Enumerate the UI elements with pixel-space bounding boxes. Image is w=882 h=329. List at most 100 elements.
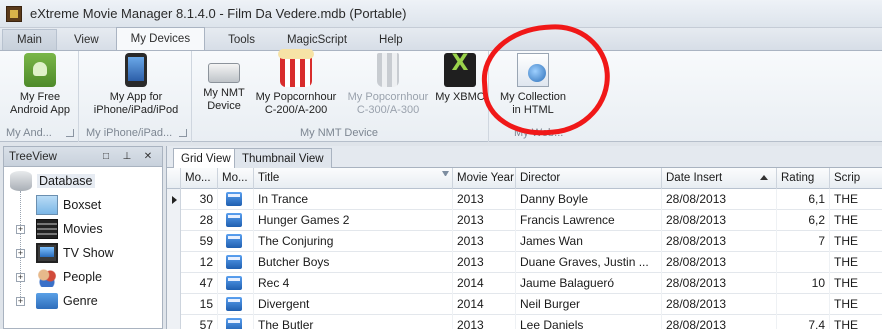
table-row[interactable]: 57 The Butler 2013 Lee Daniels 28/08/2013 7,4… [167, 315, 882, 329]
cell-script[interactable]: THE [830, 252, 882, 273]
column-header-rating[interactable]: Rating [777, 168, 830, 189]
pin-icon[interactable]: ⊥ [120, 150, 134, 164]
expand-tvshow-icon[interactable]: + [16, 249, 25, 258]
cell-media[interactable] [218, 294, 254, 315]
cell-title[interactable]: Rec 4 [254, 273, 453, 294]
tree-item-people[interactable]: People [36, 265, 102, 289]
cell-director[interactable]: Danny Boyle [516, 189, 662, 210]
tab-view[interactable]: View [59, 29, 114, 50]
cell-director[interactable]: James Wan [516, 231, 662, 252]
cell-year[interactable]: 2013 [453, 252, 516, 273]
cell-title[interactable]: The Conjuring [254, 231, 453, 252]
my-app-iphone-button[interactable]: My App for iPhone/iPad/iPod [90, 53, 182, 117]
cell-date-insert[interactable]: 28/08/2013 [662, 273, 777, 294]
cell-year[interactable]: 2014 [453, 273, 516, 294]
expand-movies-icon[interactable]: + [16, 225, 25, 234]
cell-date-insert[interactable]: 28/08/2013 [662, 231, 777, 252]
tab-my-devices[interactable]: My Devices [115, 27, 206, 50]
cell-director[interactable]: Lee Daniels [516, 315, 662, 329]
tab-help[interactable]: Help [364, 29, 418, 50]
cell-number[interactable]: 59 [181, 231, 218, 252]
cell-media[interactable] [218, 315, 254, 329]
table-row[interactable]: 47 Rec 4 2014 Jaume Balagueró 28/08/2013 10 TH… [167, 273, 882, 294]
cell-number[interactable]: 30 [181, 189, 218, 210]
column-header-year[interactable]: Movie Year [453, 168, 516, 189]
cell-number[interactable]: 12 [181, 252, 218, 273]
cell-number[interactable]: 28 [181, 210, 218, 231]
cell-rating[interactable] [777, 294, 830, 315]
my-xbmc-button[interactable]: My XBMC [435, 53, 485, 104]
table-row[interactable]: 15 Divergent 2014 Neil Burger 28/08/2013 THE [167, 294, 882, 315]
row-selector[interactable] [167, 231, 181, 252]
tab-magicscript[interactable]: MagicScript [272, 29, 362, 50]
cell-media[interactable] [218, 231, 254, 252]
filter-icon[interactable] [442, 171, 449, 178]
cell-title[interactable]: In Trance [254, 189, 453, 210]
cell-rating[interactable]: 7,4 [777, 315, 830, 329]
tab-main[interactable]: Main [2, 29, 57, 50]
cell-rating[interactable]: 7 [777, 231, 830, 252]
cell-year[interactable]: 2013 [453, 189, 516, 210]
cell-script[interactable]: THE [830, 231, 882, 252]
my-free-android-app-button[interactable]: My Free Android App [4, 53, 76, 117]
cell-date-insert[interactable]: 28/08/2013 [662, 210, 777, 231]
my-popcornhour-c200-button[interactable]: My Popcornhour C-200/A-200 [253, 49, 339, 117]
cell-title[interactable]: Butcher Boys [254, 252, 453, 273]
cell-script[interactable]: THE [830, 273, 882, 294]
dialog-launcher-icon[interactable] [179, 129, 187, 137]
tab-tools[interactable]: Tools [213, 29, 270, 50]
tree-item-database[interactable]: Database [10, 169, 95, 193]
column-header-director[interactable]: Director [516, 168, 662, 189]
cell-media[interactable] [218, 273, 254, 294]
tree-item-tvshow[interactable]: TV Show [36, 241, 114, 265]
row-selector[interactable] [167, 210, 181, 231]
cell-year[interactable]: 2014 [453, 294, 516, 315]
cell-number[interactable]: 15 [181, 294, 218, 315]
tree-item-boxset[interactable]: Boxset [36, 193, 101, 217]
tab-thumbnail-view[interactable]: Thumbnail View [234, 148, 332, 168]
cell-media[interactable] [218, 210, 254, 231]
table-row[interactable]: 12 Butcher Boys 2013 Duane Graves, Justin .… [167, 252, 882, 273]
my-collection-html-button[interactable]: My Collection in HTML [496, 53, 570, 117]
cell-year[interactable]: 2013 [453, 315, 516, 329]
cell-rating[interactable]: 6,2 [777, 210, 830, 231]
cell-rating[interactable] [777, 252, 830, 273]
cell-rating[interactable]: 10 [777, 273, 830, 294]
row-selector[interactable] [167, 294, 181, 315]
dialog-launcher-icon[interactable] [66, 129, 74, 137]
column-header-number[interactable]: Mo... [181, 168, 218, 189]
row-selector[interactable] [167, 252, 181, 273]
maximize-icon[interactable]: □ [99, 150, 113, 164]
column-header-media[interactable]: Mo... [218, 168, 254, 189]
cell-script[interactable]: THE [830, 189, 882, 210]
my-popcornhour-c300-button[interactable]: My Popcornhour C-300/A-300 [345, 53, 431, 117]
cell-date-insert[interactable]: 28/08/2013 [662, 294, 777, 315]
cell-director[interactable]: Jaume Balagueró [516, 273, 662, 294]
cell-media[interactable] [218, 252, 254, 273]
row-selector[interactable] [167, 315, 181, 329]
cell-title[interactable]: Hunger Games 2 [254, 210, 453, 231]
table-row[interactable]: 30 In Trance 2013 Danny Boyle 28/08/2013 6,1 T… [167, 189, 882, 210]
row-selector[interactable] [167, 273, 181, 294]
cell-title[interactable]: Divergent [254, 294, 453, 315]
cell-script[interactable]: THE [830, 315, 882, 329]
cell-media[interactable] [218, 189, 254, 210]
expand-genre-icon[interactable]: + [16, 297, 25, 306]
cell-date-insert[interactable]: 28/08/2013 [662, 315, 777, 329]
table-row[interactable]: 28 Hunger Games 2 2013 Francis Lawrence 28/0… [167, 210, 882, 231]
tree-item-movies[interactable]: Movies [36, 217, 103, 241]
my-nmt-device-button[interactable]: My NMT Device [199, 53, 249, 113]
cell-director[interactable]: Duane Graves, Justin ... [516, 252, 662, 273]
cell-number[interactable]: 47 [181, 273, 218, 294]
cell-number[interactable]: 57 [181, 315, 218, 329]
table-row[interactable]: 59 The Conjuring 2013 James Wan 28/08/2013 7 T… [167, 231, 882, 252]
cell-rating[interactable]: 6,1 [777, 189, 830, 210]
expand-people-icon[interactable]: + [16, 273, 25, 282]
tab-grid-view[interactable]: Grid View [173, 148, 239, 169]
cell-year[interactable]: 2013 [453, 231, 516, 252]
column-header-title[interactable]: Title [254, 168, 453, 189]
tree-item-genre[interactable]: Genre [36, 289, 98, 313]
close-icon[interactable]: ✕ [141, 150, 155, 164]
cell-script[interactable]: THE [830, 294, 882, 315]
cell-year[interactable]: 2013 [453, 210, 516, 231]
